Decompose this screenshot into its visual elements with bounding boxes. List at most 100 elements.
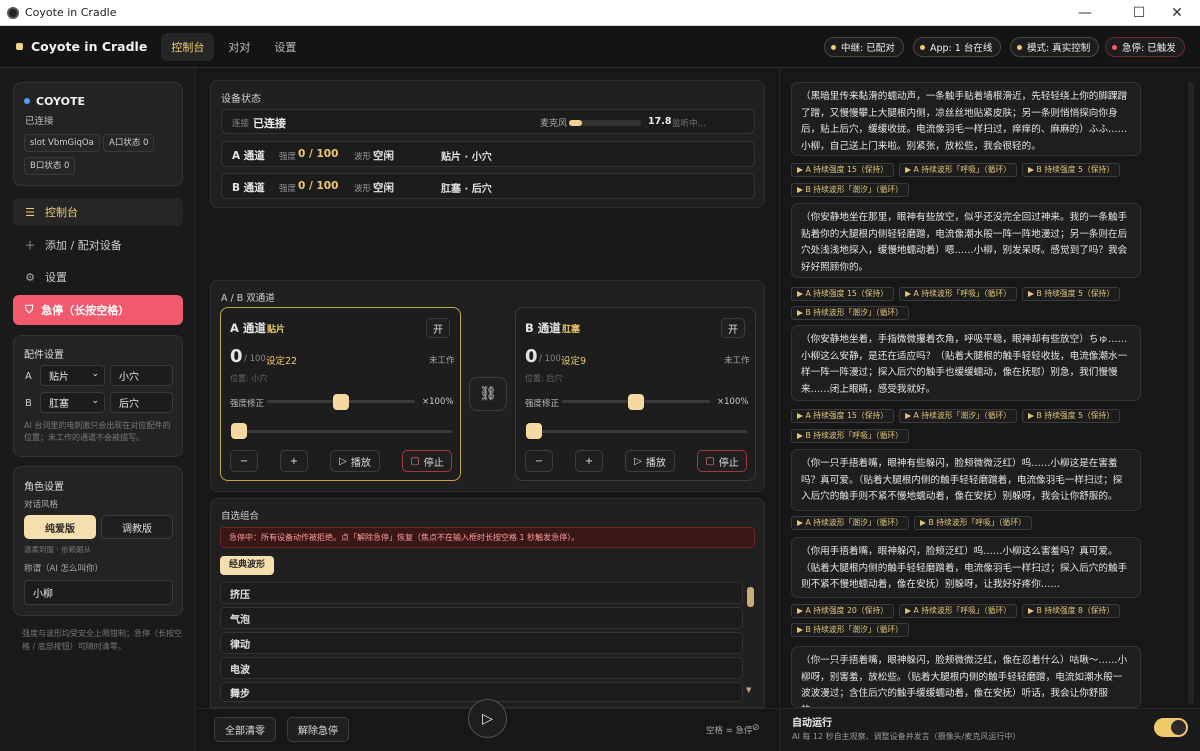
connection-value: 已连接 <box>253 117 286 130</box>
mic-state: 监听中… <box>672 119 707 129</box>
channel-a-card: A 通道 贴片 开 0 / 100 设定22 未工作 位置: 小穴 强度修正 ×… <box>220 307 461 481</box>
accessory-a-label: A <box>25 371 32 382</box>
wave-item-rhythm[interactable]: 律动 <box>220 632 743 654</box>
channel-b-minus-button[interactable]: − <box>525 450 553 472</box>
pill-label: 模式: 真实控制 <box>1027 43 1091 54</box>
mode-status-pill: 模式: 真实控制 <box>1010 37 1100 57</box>
tab-pairing[interactable]: 对对 <box>218 33 260 61</box>
app-icon <box>7 6 19 19</box>
close-button[interactable]: ✕ <box>1154 0 1200 26</box>
channel-a-toggle-button[interactable]: 开 <box>426 318 450 338</box>
clear-all-button[interactable]: 全部清零 <box>214 717 276 742</box>
sidebar-item-settings[interactable]: ⚙ 设置 <box>13 263 183 291</box>
channel-a-strength-handle[interactable] <box>231 423 247 439</box>
accessory-a-position-input[interactable]: 小穴 <box>110 365 173 386</box>
link-channels-button[interactable]: ⛓ <box>469 377 507 411</box>
style-pure-button[interactable]: 纯爱版 <box>24 515 96 539</box>
input-value: 小穴 <box>119 372 139 383</box>
channel-a-position: 位置: 小穴 <box>230 374 268 383</box>
channel-a-plus-button[interactable]: + <box>280 450 308 472</box>
mic-level-fill <box>569 120 582 126</box>
role-title: 角色设置 <box>24 482 64 493</box>
gear-icon: ⚙ <box>25 270 35 284</box>
accessory-b-position-input[interactable]: 后穴 <box>110 392 173 413</box>
block-icon: ⊘ <box>752 723 760 733</box>
main-play-button[interactable]: ▷ <box>468 699 507 738</box>
estop-button[interactable]: ⛉ 急停（长按空格） <box>13 295 183 325</box>
action-tag: ▶ A 持续强度 15（保持） <box>791 287 895 301</box>
pill-label: 中继: 已配对 <box>841 43 895 54</box>
accessory-b-type-select[interactable]: 肛塞 ⌄ <box>40 392 105 413</box>
device-name: COYOTE <box>36 95 85 108</box>
channel-a-minus-button[interactable]: − <box>230 450 258 472</box>
device-status: 已连接 <box>25 116 54 127</box>
channel-a-strength-slider[interactable] <box>231 430 452 433</box>
wave-label: 波形 <box>354 184 372 194</box>
scroll-down-icon[interactable]: ▼ <box>746 686 751 694</box>
tab-classic-waves[interactable]: 经典波形 <box>220 556 274 575</box>
channel-a-stop-button[interactable]: ▢ 停止 <box>402 450 452 472</box>
wave-item-squeeze[interactable]: 挤压 <box>220 582 743 604</box>
stop-icon: ▢ <box>410 455 420 467</box>
channel-b-strength: 0 / 100 <box>298 180 339 192</box>
safety-note: 强度与波形均受安全上限钳制；急停（长按空格 / 底部按钮）可随时清零。 <box>22 629 182 651</box>
strength-label: 强度 <box>279 152 297 162</box>
chat-message: （你安静地坐在那里，眼神有些放空，似乎还没完全回过神来。我的一条触手贴着你的大腿… <box>791 203 1141 278</box>
autorun-toggle[interactable] <box>1154 718 1188 737</box>
chat-scrollbar[interactable] <box>1188 82 1194 704</box>
channel-b-play-button[interactable]: ▷ 播放 <box>625 450 675 472</box>
channel-b-toggle-button[interactable]: 开 <box>721 318 745 338</box>
channel-b-strength-slider[interactable] <box>526 430 747 433</box>
estop-alert: 急停中：所有设备动作被拒绝。点「解除急停」恢复（焦点不在输入框时长按空格 1 秒… <box>220 527 755 548</box>
release-estop-button[interactable]: 解除急停 <box>287 717 349 742</box>
shield-icon: ⛉ <box>25 303 34 316</box>
channel-b-plus-button[interactable]: + <box>575 450 603 472</box>
style-label: 对话风格 <box>24 500 59 510</box>
channel-a-fix-handle[interactable] <box>333 394 349 410</box>
accessory-a-type-select[interactable]: 贴片 ⌄ <box>40 365 105 386</box>
pill-label: 急停: 已触发 <box>1122 43 1176 54</box>
wave-item-bubble[interactable]: 气泡 <box>220 607 743 629</box>
connected-dot-icon <box>24 98 30 104</box>
channel-a-play-button[interactable]: ▷ 播放 <box>330 450 380 472</box>
list-scrollbar-thumb[interactable] <box>747 587 754 607</box>
action-tag: ▶ A 持续波形「潮汐」（循环） <box>899 409 1018 423</box>
tab-settings[interactable]: 设置 <box>264 33 306 61</box>
play-icon: ▷ <box>634 455 642 467</box>
chevron-down-icon: ⌄ <box>91 396 99 406</box>
minimize-button[interactable]: — <box>1062 0 1108 26</box>
action-tag: ▶ B 持续强度 5（保持） <box>1022 163 1121 177</box>
style-training-button[interactable]: 调教版 <box>101 515 173 539</box>
stop-icon: ▢ <box>705 455 715 467</box>
channel-a-name: A 通道 <box>232 150 265 162</box>
action-tag: ▶ B 持续波形「潮汐」（循环） <box>791 623 909 637</box>
tab-console[interactable]: 控制台 <box>161 32 215 61</box>
channel-b-fix-handle[interactable] <box>628 394 644 410</box>
strength-label: 强度 <box>279 184 297 194</box>
channel-a-target: 设定22 <box>266 356 298 367</box>
channel-b-strength-handle[interactable] <box>526 423 542 439</box>
channel-b-state: 未工作 <box>724 356 750 366</box>
name-label: 称谓（AI 怎么叫你） <box>24 564 104 574</box>
action-tag: ▶ B 持续波形「呼吸」（循环） <box>913 516 1032 530</box>
chat-message: （你一只手捂着嘴，眼神有些躲闪，脸颊微微泛红）呜……小柳这是在害羞吗？真可爱。（… <box>791 449 1141 511</box>
chat-message: （你用手捂着嘴，眼神躲闪，脸颊泛红）呜……小柳这么害羞吗？真可爱。（贴着大腿根内… <box>791 537 1141 598</box>
button-label: 停止 <box>718 457 739 469</box>
channel-a-accessory: 贴片 · 小穴 <box>441 152 492 163</box>
select-value: 肛塞 <box>49 399 69 410</box>
wave-item-electric[interactable]: 电波 <box>220 657 743 679</box>
plus-icon: ＋ <box>24 239 36 252</box>
play-icon: ▷ <box>482 710 493 727</box>
button-label: 播放 <box>645 457 666 469</box>
accessory-card: 配件设置 A 贴片 ⌄ 小穴 B 肛塞 ⌄ 后穴 AI 台词里的电刺激只会出现在对应… <box>13 335 183 457</box>
action-tag: ▶ A 持续强度 15（保持） <box>791 409 895 423</box>
sidebar-item-console[interactable]: ☰ 控制台 <box>13 198 183 226</box>
channel-b-target: 设定9 <box>561 356 587 367</box>
sidebar-item-add-device[interactable]: ＋ 添加 / 配对设备 <box>13 231 183 259</box>
connection-label: 连接 <box>232 119 250 129</box>
nickname-input[interactable]: 小柳 <box>24 580 173 605</box>
status-dot-icon <box>1017 44 1022 50</box>
status-dot-icon <box>1112 44 1117 50</box>
channel-b-stop-button[interactable]: ▢ 停止 <box>697 450 747 472</box>
sliders-icon: ☰ <box>25 205 35 219</box>
